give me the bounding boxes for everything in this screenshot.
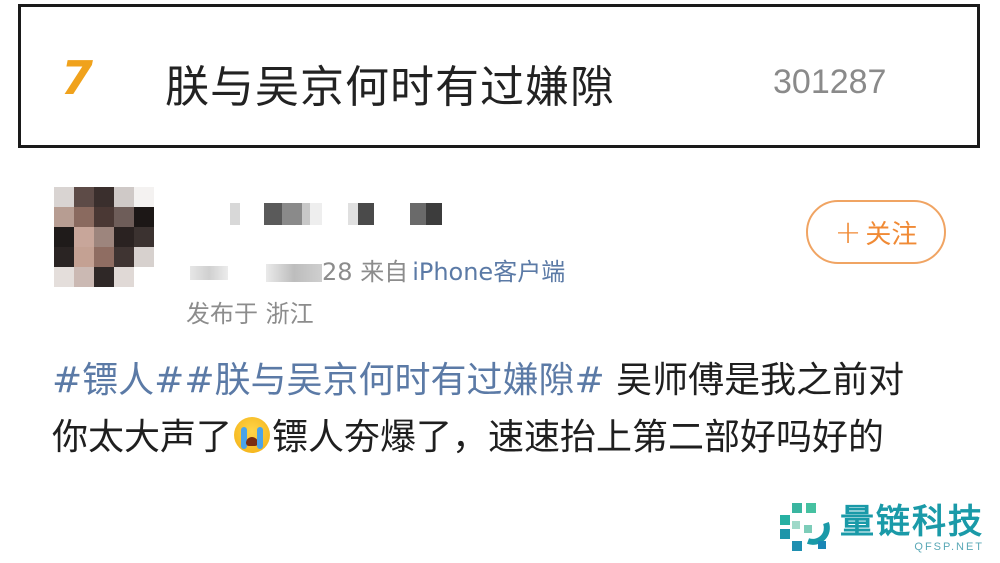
- post-time-fragment: 28: [322, 258, 353, 286]
- watermark-brand: 量链科技: [840, 502, 984, 542]
- hot-search-card[interactable]: 7 朕与吴京何时有过嫌隙 301287: [18, 4, 980, 148]
- date-redacted: [190, 266, 228, 280]
- crying-face-emoji-icon: [234, 417, 271, 453]
- post-text-part-2: 镖人夯爆了，速速抬上第二部好吗好的: [272, 417, 885, 458]
- avatar[interactable]: [54, 187, 154, 287]
- username-redacted[interactable]: [190, 203, 442, 227]
- hot-search-count: 301287: [773, 63, 887, 101]
- post-text: #镖人##朕与吴京何时有过嫌隙# 吴师傅是我之前对你太大声了 镖人夯爆了，速速抬上…: [52, 352, 932, 466]
- watermark-logo: 量链科技 QFSP.NET: [778, 500, 984, 556]
- follow-button[interactable]: + 关注: [806, 200, 946, 264]
- follow-label: 关注: [865, 219, 918, 250]
- hot-search-title[interactable]: 朕与吴京何时有过嫌隙: [165, 51, 615, 115]
- watermark-domain: QFSP.NET: [914, 541, 984, 553]
- source-prefix: 来自: [360, 258, 409, 286]
- hashtag-biaoren[interactable]: #镖人#: [52, 360, 184, 401]
- source-link[interactable]: iPhone客户端: [412, 258, 565, 286]
- post-location: 发布于 浙江: [186, 300, 314, 328]
- hot-search-rank: 7: [61, 51, 94, 105]
- time-redacted: [266, 264, 322, 282]
- plus-icon: +: [834, 213, 862, 251]
- hashtag-topic[interactable]: #朕与吴京何时有过嫌隙#: [184, 360, 604, 401]
- qr-mark-icon: [780, 503, 830, 551]
- post-meta: 28 来自 iPhone客户端: [190, 252, 565, 287]
